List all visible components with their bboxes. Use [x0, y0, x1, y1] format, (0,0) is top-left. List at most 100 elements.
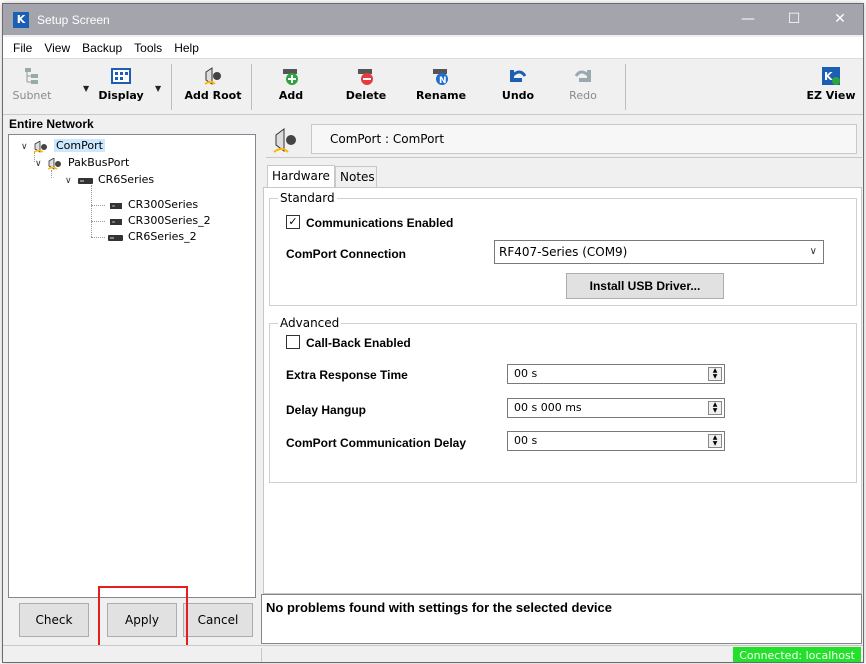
add-root-label: Add Root [184, 89, 242, 102]
menu-tools[interactable]: Tools [128, 41, 168, 55]
communications-enabled-checkbox[interactable]: ✓ [286, 215, 300, 229]
ez-view-label: EZ View [806, 89, 856, 102]
tree-node-comport[interactable]: ∨ ComPort [21, 138, 105, 154]
chevron-down-icon[interactable]: ∨ [35, 156, 47, 172]
callback-enabled-label: Call-Back Enabled [306, 336, 411, 350]
spinner-icon[interactable]: ▲ ▼ [708, 401, 722, 415]
hardware-panel: Standard ✓ Communications Enabled ComPor… [263, 187, 862, 594]
tree-node-label: CR6Series [98, 173, 155, 186]
delete-label: Delete [345, 89, 387, 102]
menu-file[interactable]: File [7, 41, 38, 55]
callback-enabled-checkbox[interactable] [286, 335, 300, 349]
toolbar: Subnet ▼ Display ▼ Add Root Add Delete N… [3, 60, 863, 115]
check-icon: ✓ [288, 215, 298, 228]
tree-connector [91, 221, 105, 222]
menu-view[interactable]: View [38, 41, 76, 55]
close-button[interactable]: ✕ [817, 4, 863, 35]
tree-node-label: CR300Series_2 [128, 214, 211, 227]
ez-view-button[interactable]: K EZ View [803, 62, 859, 112]
subnet-label: Subnet [12, 89, 52, 102]
entire-network-header: Entire Network [9, 117, 94, 131]
extra-response-time-label: Extra Response Time [286, 368, 408, 382]
delete-device-icon [356, 66, 376, 86]
tree-connector [51, 170, 52, 178]
comport-communication-delay-input[interactable]: 00 s ▲ ▼ [507, 431, 725, 451]
undo-icon [508, 66, 528, 86]
display-dropdown-icon[interactable]: ▼ [155, 84, 161, 93]
setup-screen-window: K Setup Screen — ☐ ✕ File View Backup To… [2, 3, 864, 663]
datalogger-small-icon [107, 216, 125, 226]
highlight-box [98, 586, 188, 650]
delay-hangup-input[interactable]: 00 s 000 ms ▲ ▼ [507, 398, 725, 418]
redo-label: Redo [569, 89, 597, 102]
comport-connection-value: RF407-Series (COM9) [499, 245, 628, 259]
network-tree: ∨ ComPort ∨ PakBusPort ∨ CR6Series CR300Ser… [8, 134, 256, 598]
datalogger-small-icon [107, 200, 125, 210]
tab-notes[interactable]: Notes [335, 166, 377, 187]
redo-icon [573, 66, 593, 86]
comport-icon [272, 126, 300, 157]
svg-text:K: K [824, 70, 833, 83]
delete-button[interactable]: Delete [341, 62, 391, 112]
tree-node-cr6series[interactable]: ∨ CR6Series [65, 172, 154, 188]
tree-connector [91, 237, 105, 238]
tab-hardware[interactable]: Hardware [267, 165, 335, 187]
delay-hangup-value: 00 s 000 ms [514, 401, 582, 414]
comport-communication-delay-label: ComPort Communication Delay [286, 436, 467, 450]
display-icon [111, 66, 131, 86]
cancel-button[interactable]: Cancel [183, 603, 253, 637]
spinner-icon[interactable]: ▲ ▼ [708, 367, 722, 381]
add-root-button[interactable]: Add Root [183, 62, 243, 112]
maximize-button[interactable]: ☐ [771, 4, 817, 35]
menu-backup[interactable]: Backup [76, 41, 128, 55]
tree-node-cr6series-2[interactable]: CR6Series_2 [107, 229, 197, 245]
toolbar-separator [251, 64, 252, 110]
tree-node-cr300series[interactable]: CR300Series [107, 197, 198, 213]
status-separator [261, 648, 262, 662]
status-bar: Connected: localhost [3, 645, 863, 662]
extra-response-time-value: 00 s [514, 367, 538, 380]
message-text: No problems found with settings for the … [266, 600, 612, 615]
connection-status: Connected: localhost [733, 647, 861, 662]
tree-node-label: CR6Series_2 [128, 230, 197, 243]
window-title: Setup Screen [37, 12, 110, 27]
spinner-icon[interactable]: ▲ ▼ [708, 434, 722, 448]
advanced-group: Advanced Call-Back Enabled Extra Respons… [269, 316, 857, 483]
device-header: ComPort : ComPort [266, 120, 862, 158]
title-bar: K Setup Screen — ☐ ✕ [3, 4, 863, 35]
rename-label: Rename [415, 89, 467, 102]
tree-connector [91, 205, 105, 206]
check-button[interactable]: Check [19, 603, 89, 637]
display-button[interactable]: Display [93, 62, 149, 112]
standard-group-label: Standard [278, 191, 337, 205]
menu-help[interactable]: Help [168, 41, 205, 55]
chevron-down-icon: ∨ [809, 246, 817, 257]
extra-response-time-input[interactable]: 00 s ▲ ▼ [507, 364, 725, 384]
tree-node-pakbusport[interactable]: ∨ PakBusPort [35, 155, 129, 171]
subnet-button[interactable]: Subnet [9, 62, 55, 112]
standard-group: Standard ✓ Communications Enabled ComPor… [269, 191, 857, 306]
delay-hangup-label: Delay Hangup [286, 403, 367, 417]
undo-button[interactable]: Undo [498, 62, 538, 112]
undo-label: Undo [501, 89, 535, 102]
minimize-button[interactable]: — [725, 4, 771, 35]
datalogger-icon [107, 232, 125, 242]
install-usb-driver-button[interactable]: Install USB Driver... [566, 273, 724, 299]
toolbar-separator [625, 64, 626, 110]
chevron-down-icon[interactable]: ∨ [21, 139, 33, 155]
tree-node-label: ComPort [54, 139, 105, 152]
device-title: ComPort : ComPort [311, 124, 857, 154]
add-button[interactable]: Add [273, 62, 309, 112]
pakbusport-icon [47, 157, 65, 170]
tree-node-cr300series-2[interactable]: CR300Series_2 [107, 213, 211, 229]
subnet-dropdown-icon[interactable]: ▼ [83, 84, 89, 93]
add-label: Add [278, 89, 304, 102]
message-box: No problems found with settings for the … [261, 594, 862, 644]
tree-node-label: CR300Series [128, 198, 199, 211]
toolbar-separator [171, 64, 172, 110]
chevron-down-icon[interactable]: ∨ [65, 173, 77, 189]
rename-button[interactable]: N Rename [413, 62, 469, 112]
redo-button[interactable]: Redo [563, 62, 603, 112]
menu-bar: File View Backup Tools Help [3, 37, 863, 59]
comport-connection-select[interactable]: RF407-Series (COM9) ∨ [494, 240, 824, 264]
